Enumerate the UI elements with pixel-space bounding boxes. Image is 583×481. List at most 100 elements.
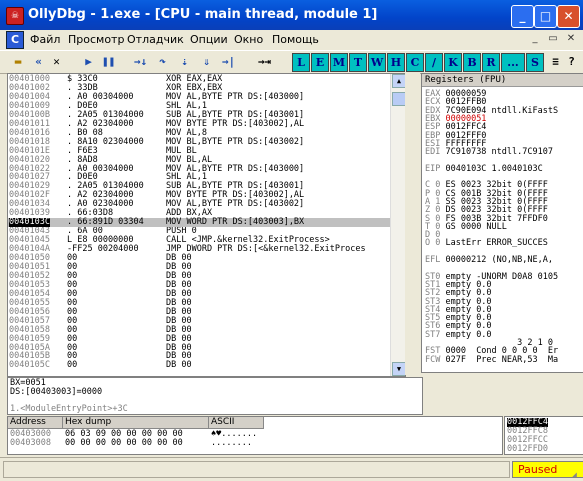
execute-till-return-button[interactable]: →| — [220, 53, 237, 70]
memory-dump-pane[interactable]: Address Hex dump ASCII 00403000 06 03 09 … — [7, 416, 503, 455]
step-into-button[interactable]: →↓ — [132, 53, 149, 70]
disasm-row[interactable]: 00401039 . 66:03D8 ADD BX,AX — [8, 209, 405, 218]
breakpoints-window-button[interactable]: B — [463, 53, 481, 72]
handles-window-button[interactable]: H — [387, 53, 405, 72]
dump-column-address[interactable]: Address — [8, 417, 63, 429]
help-button[interactable]: ? — [563, 53, 580, 70]
restart-button[interactable]: « — [30, 53, 47, 70]
registers-pane[interactable]: Registers (FPU) EAX 00000059 ECX 0012FFB0… — [421, 73, 583, 373]
goto-button[interactable]: →⇥ — [256, 53, 273, 70]
run-trace-window-button[interactable]: ... — [501, 53, 525, 72]
scroll-thumb[interactable] — [392, 92, 405, 106]
threads-window-button[interactable]: T — [349, 53, 367, 72]
disasm-row[interactable]: 00401045 L E8 00000000 CALL <JMP.&kernel32… — [8, 236, 405, 245]
trace-into-button[interactable]: ⇣ — [176, 53, 193, 70]
scroll-up-icon[interactable]: ▲ — [392, 74, 405, 88]
disasm-row[interactable]: 00401020 . 8AD8 MOV BL,AL — [8, 155, 405, 165]
disasm-row[interactable]: 00401011 . A2 02304000 MOV BYTE PTR DS:[40… — [8, 119, 405, 129]
title-bar[interactable]: ☠ OllyDbg - 1.exe - [CPU - main thread, … — [0, 0, 583, 30]
disasm-row[interactable]: 00401043 . 6A 00 PUSH 0 — [8, 227, 405, 236]
disasm-row[interactable]: 00401056 00 DB 00 — [8, 307, 405, 317]
vertical-splitter[interactable] — [405, 73, 420, 375]
disasm-address: 00401051 — [9, 261, 50, 272]
log-window-button[interactable]: L — [292, 53, 310, 72]
disasm-row[interactable]: 00401018 . 8A10 02304000 MOV BL,BYTE PTR D… — [8, 137, 405, 147]
disasm-row[interactable]: 0040105A 00 DB 00 — [8, 343, 405, 353]
source-window-button[interactable]: S — [526, 53, 544, 72]
resize-grip-icon[interactable]: ◢ — [572, 470, 582, 480]
patches-window-button[interactable]: / — [425, 53, 443, 72]
open-folder-icon[interactable]: ▬ — [8, 53, 28, 70]
options-icon[interactable]: ≡ — [547, 53, 564, 70]
disasm-row[interactable]: 00401022 . A0 00304000 MOV AL,BYTE PTR DS:… — [8, 164, 405, 174]
disasm-row[interactable]: 0040101E . F6E3 MUL BL — [8, 146, 405, 156]
menu-window[interactable]: Окно — [234, 33, 263, 46]
disasm-row[interactable]: 00401009 . D0E0 SHL AL,1 — [8, 102, 405, 111]
stack-pane[interactable]: 0012FFC4 0012FFC8 0012FFCC 0012FFD0 — [504, 416, 583, 455]
step-over-button[interactable]: ↷ — [154, 53, 171, 70]
ollydbg-app-icon[interactable]: ☠ — [6, 7, 24, 25]
disasm-row[interactable]: 00401055 00 DB 00 — [8, 298, 405, 308]
run-button[interactable]: ▶ — [80, 53, 97, 70]
windows-window-button[interactable]: W — [368, 53, 386, 72]
disasm-row[interactable]: 00401059 00 DB 00 — [8, 334, 405, 344]
disasm-row[interactable]: 00401034 . A0 02304000 MOV AL,BYTE PTR DS:… — [8, 200, 405, 209]
disasm-instruction: JMP DWORD PTR DS:[<&kernel32.ExitProces — [166, 244, 366, 255]
disasm-row[interactable]: 0040104A -FF25 00204000 JMP DWORD PTR DS:[… — [8, 245, 405, 254]
disasm-instruction: DB 00 — [166, 351, 192, 362]
disasm-row[interactable]: 00401052 00 DB 00 — [8, 272, 405, 281]
dump-hex[interactable]: 00 00 00 00 00 00 00 00 — [65, 439, 183, 448]
menu-options[interactable]: Опции — [190, 33, 228, 46]
disassembly-scrollbar[interactable]: ▲ ▼ — [390, 74, 405, 376]
disasm-hex: . 33DB — [67, 82, 98, 93]
memory-window-button[interactable]: M — [330, 53, 348, 72]
disasm-row[interactable]: 00401058 00 DB 00 — [8, 325, 405, 335]
disasm-row[interactable]: 00401004 . A0 00304000 MOV AL,BYTE PTR DS:… — [8, 93, 405, 102]
references-window-button[interactable]: R — [482, 53, 500, 72]
disasm-row[interactable]: 0040100B . 2A05 01304000 SUB AL,BYTE PTR D… — [8, 110, 405, 120]
minimize-button[interactable]: _ — [511, 5, 534, 28]
disasm-instruction: MOV WORD PTR DS:[403003],BX — [166, 217, 305, 228]
disasm-row[interactable]: 00401050 00 DB 00 — [8, 254, 405, 263]
cpu-window-button[interactable]: C — [406, 53, 424, 72]
cpu-window-icon[interactable]: C — [6, 31, 24, 49]
disasm-row[interactable]: 0040105B 00 DB 00 — [8, 352, 405, 361]
dump-ascii[interactable]: ........ — [211, 439, 252, 448]
registers-header[interactable]: Registers (FPU) — [422, 74, 583, 87]
disasm-row[interactable]: 00401053 00 DB 00 — [8, 281, 405, 290]
disasm-row[interactable]: 00401016 . B0 08 MOV AL,8 — [8, 128, 405, 138]
maximize-button[interactable]: □ — [534, 5, 557, 28]
trace-over-button[interactable]: ⇓ — [198, 53, 215, 70]
stack-row[interactable]: 0012FFD0 — [507, 445, 548, 454]
disasm-row[interactable]: 00401029 . 2A05 01304000 SUB AL,BYTE PTR D… — [8, 182, 405, 191]
disasm-row[interactable]: 0040102F . A2 02304000 MOV BYTE PTR DS:[40… — [8, 191, 405, 200]
dump-column-ascii[interactable]: ASCII — [209, 417, 264, 429]
menu-file[interactable]: Файл — [30, 33, 60, 46]
dump-address[interactable]: 00403008 — [10, 439, 51, 448]
scroll-down-icon[interactable]: ▼ — [392, 362, 405, 376]
mdi-close-button[interactable]: ✕ — [564, 32, 578, 46]
disasm-row[interactable]: 0040105C 00 DB 00 — [8, 361, 405, 370]
disasm-row[interactable]: 00401002 . 33DB XOR EBX,EBX — [8, 84, 405, 93]
menu-view[interactable]: Просмотр — [68, 33, 124, 46]
close-button[interactable]: ✕ — [557, 5, 580, 28]
close-program-button[interactable]: ✕ — [48, 53, 65, 70]
disasm-row[interactable]: 00401051 00 DB 00 — [8, 263, 405, 272]
menu-debug[interactable]: Отладчик — [127, 33, 184, 46]
disasm-address: 00401039 — [9, 208, 50, 219]
dump-column-hex[interactable]: Hex dump — [63, 417, 209, 429]
pause-button[interactable]: ❚❚ — [100, 53, 117, 70]
mdi-restore-button[interactable]: ▭ — [546, 32, 560, 46]
disassembly-pane[interactable]: 0040105C 00 DB 00 0040105B 00 DB 00 0040105A 00… — [7, 73, 406, 377]
executables-window-button[interactable]: E — [311, 53, 329, 72]
disasm-row[interactable]: 00401057 00 DB 00 — [8, 316, 405, 326]
disasm-row[interactable]: 00401000 $ 33C0 XOR EAX,EAX — [8, 75, 405, 84]
mdi-minimize-button[interactable]: _ — [528, 32, 542, 46]
disasm-row[interactable]: 00401054 00 DB 00 — [8, 289, 405, 299]
menu-help[interactable]: Помощь — [272, 33, 319, 46]
register-line[interactable]: FCW 027F Prec NEAR,53 Ma — [425, 355, 558, 365]
disasm-row[interactable]: 00401027 . D0E0 SHL AL,1 — [8, 173, 405, 182]
info-pane[interactable]: BX=0051 DS:[00403003]=0000 1.<ModuleEntr… — [7, 377, 423, 415]
disasm-row[interactable]: 0040103C . 66:891D 03304 MOV WORD PTR DS:[… — [8, 218, 405, 227]
call-stack-window-button[interactable]: K — [444, 53, 462, 72]
